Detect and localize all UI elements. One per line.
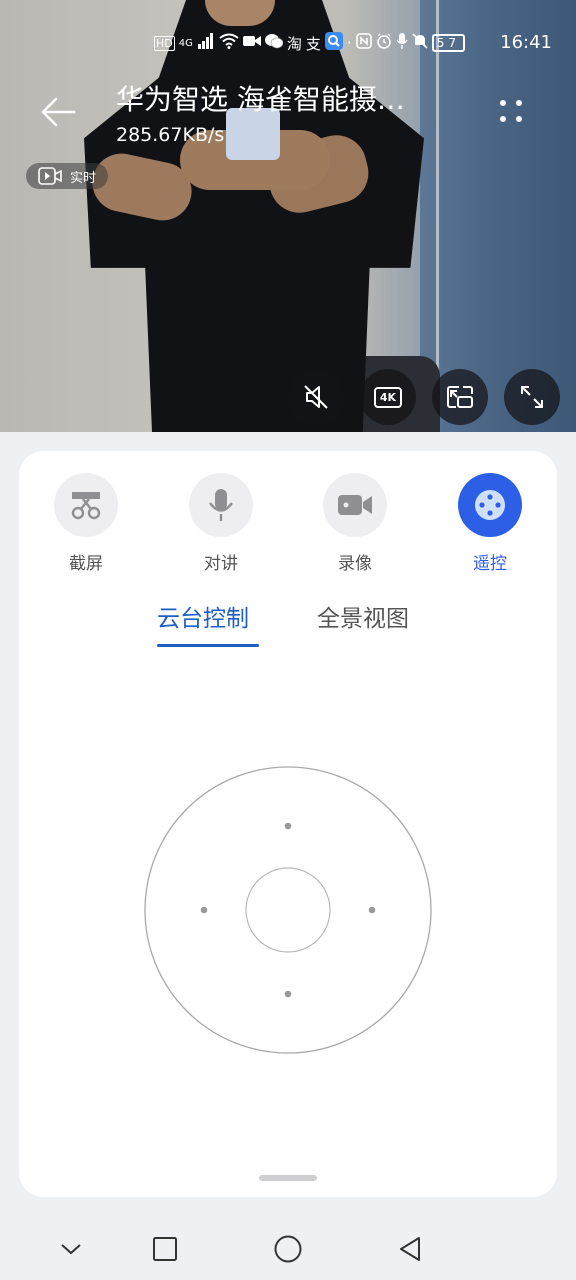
- live-label: 实时: [70, 170, 97, 186]
- taobao-icon: 淘: [286, 34, 302, 53]
- chevron-down-icon: [61, 1244, 81, 1255]
- back-arrow-icon: [41, 97, 76, 127]
- mute-bell-icon: [412, 33, 428, 53]
- nav-recents-button[interactable]: [148, 1232, 182, 1266]
- square-icon: [153, 1237, 177, 1261]
- speaker-muted-icon: [304, 385, 328, 409]
- talk-label: 对讲: [204, 554, 238, 574]
- nfc-icon: [355, 33, 372, 53]
- remote-control-icon: [475, 490, 505, 520]
- ptz-right-dot[interactable]: [368, 906, 376, 914]
- nav-home-button[interactable]: [271, 1232, 305, 1266]
- more-options-button[interactable]: [492, 92, 532, 132]
- record-label: 录像: [338, 554, 372, 574]
- signal-icon: [197, 33, 215, 53]
- screenshot-label: 截屏: [69, 554, 103, 574]
- active-tab-indicator: [157, 644, 259, 647]
- more-notifications-icon: ·: [346, 34, 352, 52]
- tab-ptz-control[interactable]: 云台控制: [157, 599, 249, 633]
- record-circle: [323, 473, 387, 537]
- status-bar: HD 4G 淘 支 · 57 16:41: [0, 0, 576, 86]
- picture-in-picture-icon: [447, 386, 473, 408]
- live-badge: 实时: [26, 163, 109, 189]
- device-title: 华为智选 海雀智能摄…: [116, 83, 405, 116]
- remote-control-circle: [458, 473, 522, 537]
- mic-status-icon: [396, 33, 408, 53]
- ptz-center-button[interactable]: [245, 867, 331, 953]
- circle-home-icon: [274, 1235, 302, 1263]
- screenshot-circle: [54, 473, 118, 537]
- screenshot-scissors-icon: [71, 492, 101, 520]
- fullscreen-button[interactable]: [504, 369, 560, 425]
- quality-4k-icon: 4K: [373, 386, 403, 408]
- triangle-back-icon: [400, 1237, 420, 1261]
- record-button[interactable]: 录像: [315, 473, 395, 574]
- nav-back-button[interactable]: [393, 1232, 427, 1266]
- camera-status-icon: [242, 34, 261, 52]
- control-panel-card: 截屏 对讲 录像 遥控 云台控制 全景视图: [19, 451, 557, 1197]
- fullscreen-expand-icon: [521, 386, 543, 408]
- camera-video-feed[interactable]: HD 4G 淘 支 · 57 16:41 华为智选 海雀智能摄… 285.67K…: [0, 0, 576, 432]
- ptz-down-dot[interactable]: [284, 990, 292, 998]
- stream-speed: 285.67KB/s: [116, 124, 225, 146]
- network-type-label: 4G: [178, 37, 193, 49]
- mute-button[interactable]: [288, 369, 344, 425]
- alarm-icon: [376, 33, 392, 53]
- battery-icon: 57: [431, 34, 465, 52]
- picture-in-picture-button[interactable]: [432, 369, 488, 425]
- wechat-icon: [264, 33, 284, 53]
- nav-collapse-button[interactable]: [54, 1232, 88, 1266]
- wifi-icon: [219, 33, 239, 53]
- status-time: 16:41: [500, 32, 552, 53]
- talk-button[interactable]: 对讲: [181, 473, 261, 574]
- back-button[interactable]: [38, 92, 78, 132]
- remote-control-label: 遥控: [473, 554, 507, 574]
- tab-panorama-view[interactable]: 全景视图: [317, 599, 409, 633]
- ptz-joystick[interactable]: [144, 766, 432, 1054]
- alipay-icon: 支: [305, 34, 321, 53]
- live-video-icon: [38, 167, 62, 185]
- screenshot-button[interactable]: 截屏: [46, 473, 126, 574]
- hd-icon: HD: [154, 35, 175, 51]
- sheet-drag-handle[interactable]: [259, 1175, 317, 1181]
- status-icons: HD 4G 淘 支 · 57: [154, 32, 465, 54]
- video-camera-icon: [338, 495, 372, 515]
- search-app-icon: [324, 32, 343, 54]
- ptz-up-dot[interactable]: [284, 822, 292, 830]
- talk-circle: [189, 473, 253, 537]
- remote-control-button[interactable]: 遥控: [450, 473, 530, 574]
- ptz-left-dot[interactable]: [200, 906, 208, 914]
- system-navigation-bar: [0, 1216, 576, 1280]
- microphone-icon: [209, 489, 233, 521]
- quality-button[interactable]: 4K: [360, 369, 416, 425]
